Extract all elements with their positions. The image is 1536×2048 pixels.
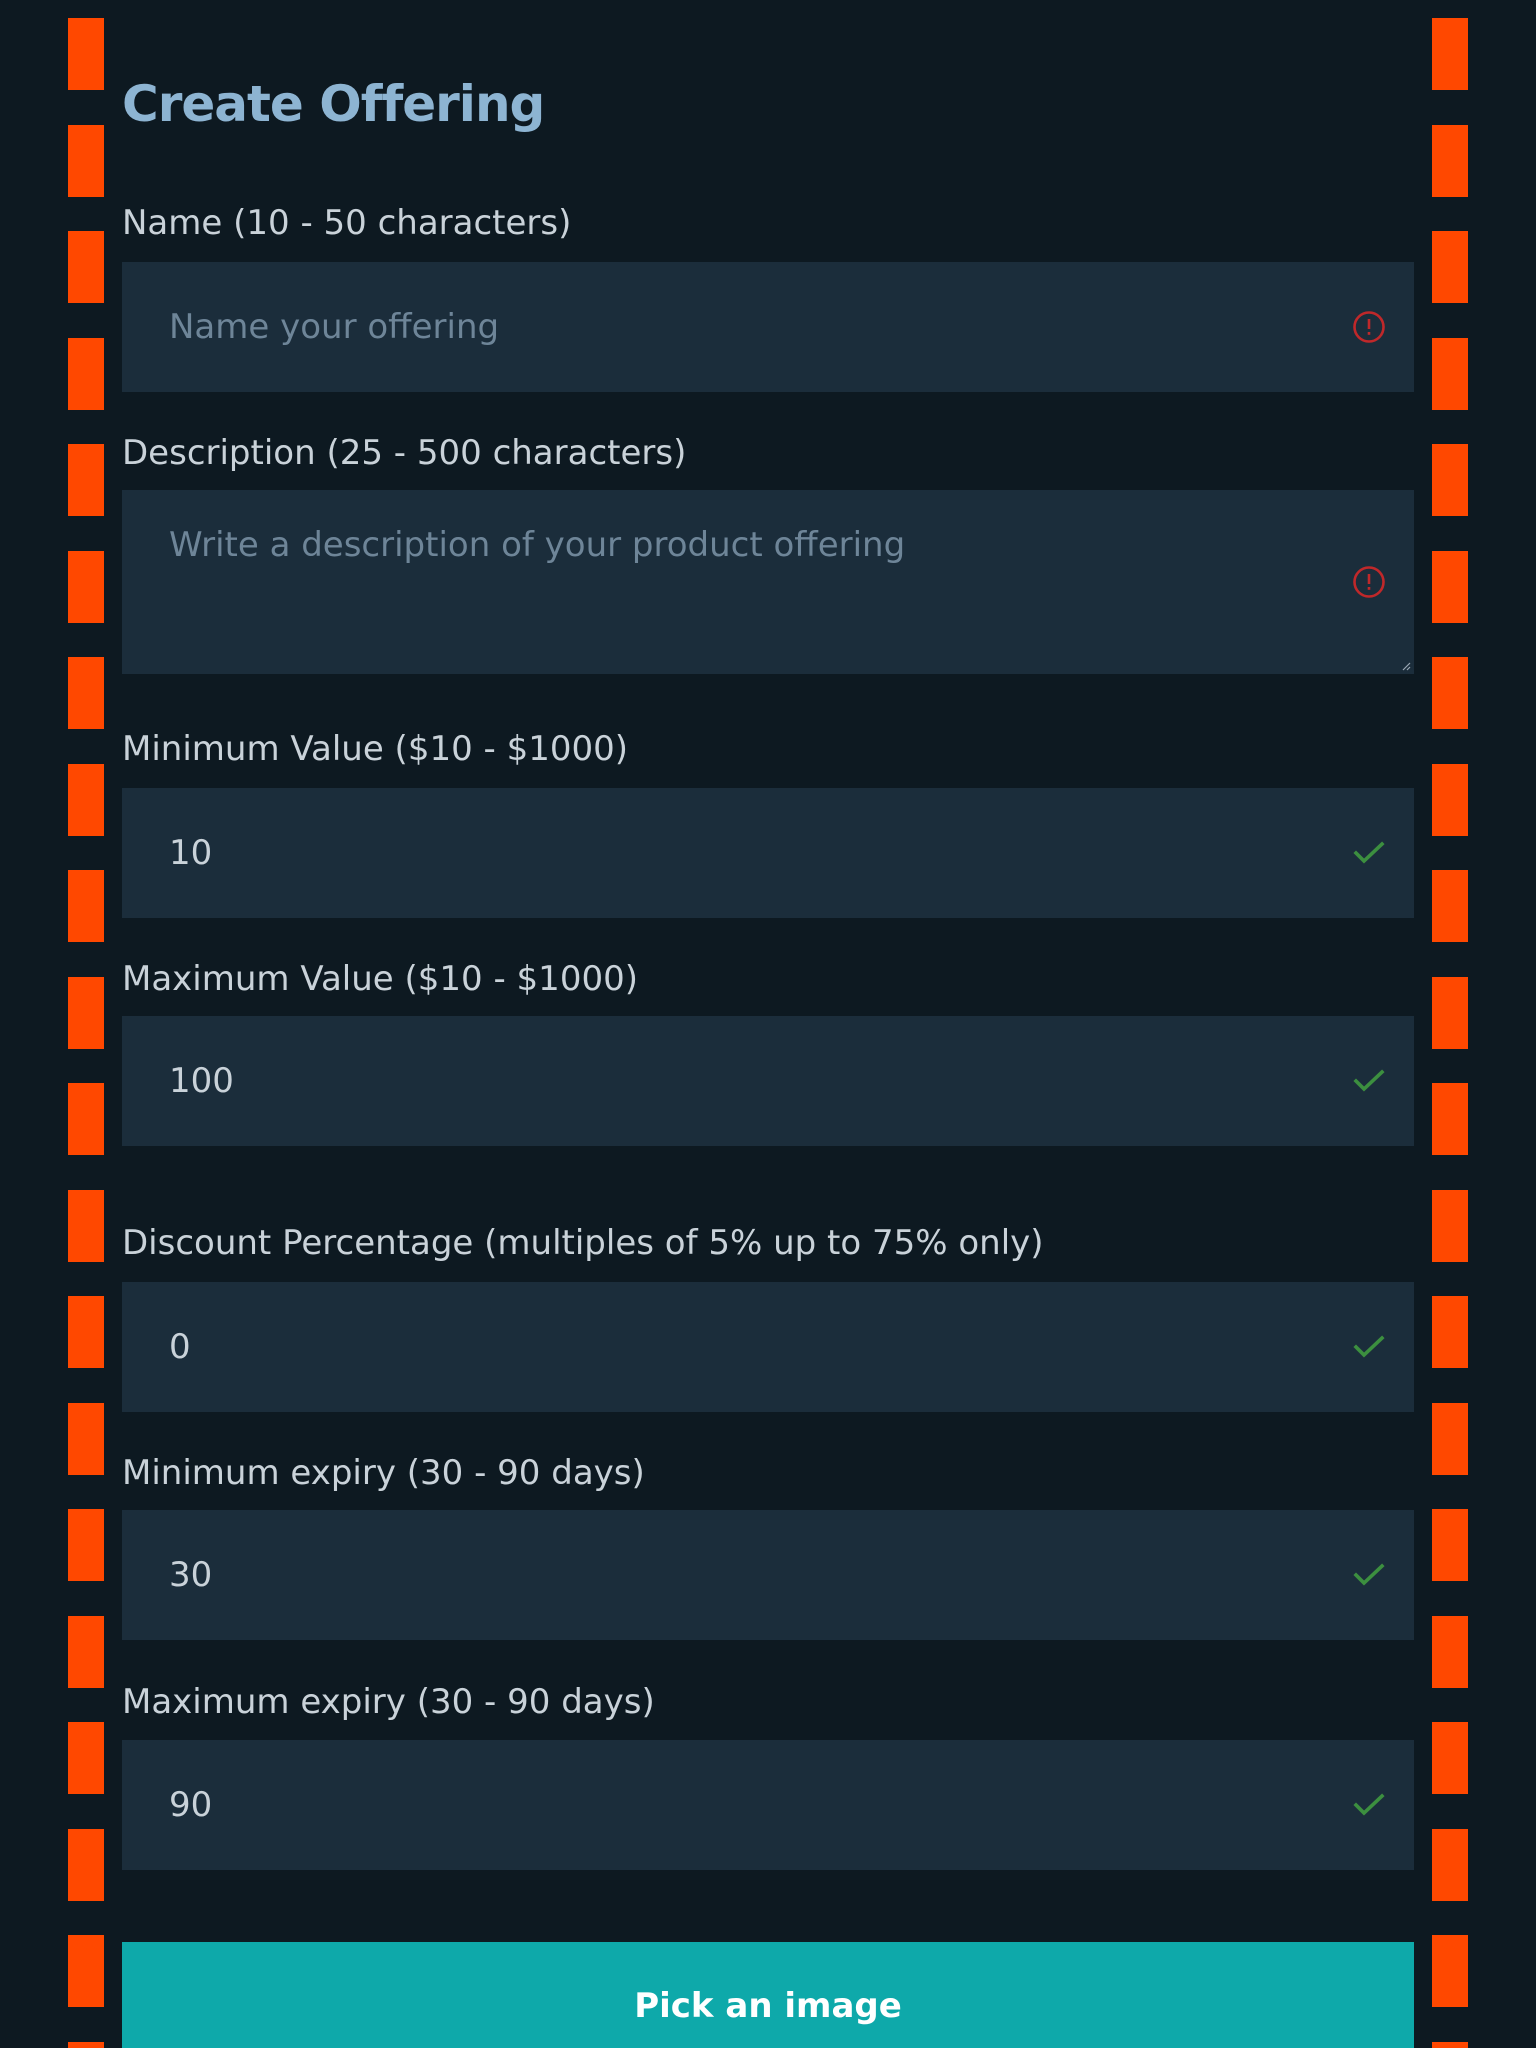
border-dash: [1432, 1296, 1468, 1368]
checkmark-icon: [1353, 1793, 1385, 1816]
border-dash: [68, 1403, 104, 1475]
discount-input[interactable]: 0: [122, 1282, 1414, 1412]
max-value-input[interactable]: 100: [122, 1016, 1414, 1146]
min-value-input[interactable]: 10: [122, 788, 1414, 918]
description-placeholder: Write a description of your product offe…: [169, 525, 906, 565]
description-label: Description (25 - 500 characters): [122, 433, 687, 473]
border-dash: [1432, 1722, 1468, 1794]
border-dash: [68, 1829, 104, 1901]
border-dash: [68, 870, 104, 942]
pick-image-button[interactable]: Pick an image: [122, 1942, 1414, 2048]
max-value-value: 100: [169, 1061, 234, 1101]
border-dash: [68, 18, 104, 90]
name-label: Name (10 - 50 characters): [122, 203, 572, 243]
min-value-value: 10: [169, 833, 213, 873]
border-dash: [68, 338, 104, 410]
border-dash: [1432, 764, 1468, 836]
border-dash: [1432, 1190, 1468, 1262]
name-input[interactable]: Name your offering: [122, 262, 1414, 392]
min-value-label: Minimum Value ($10 - $1000): [122, 729, 629, 769]
border-dash: [68, 444, 104, 516]
border-dash: [1432, 1083, 1468, 1155]
border-dash: [68, 1190, 104, 1262]
border-dash: [68, 1296, 104, 1368]
border-dash: [1432, 231, 1468, 303]
max-expiry-value: 90: [169, 1785, 213, 1825]
border-dash: [68, 1509, 104, 1581]
border-dash: [1432, 1935, 1468, 2007]
checkmark-icon: [1353, 1563, 1385, 1586]
discount-label: Discount Percentage (multiples of 5% up …: [122, 1223, 1044, 1263]
border-dash: [1432, 18, 1468, 90]
border-dash: [68, 977, 104, 1049]
border-dash: [1432, 444, 1468, 516]
border-dash: [68, 125, 104, 197]
min-expiry-input[interactable]: 30: [122, 1510, 1414, 1640]
border-dash: [1432, 125, 1468, 197]
border-dash: [68, 764, 104, 836]
border-dash: [68, 1083, 104, 1155]
border-dash: [68, 657, 104, 729]
discount-value: 0: [169, 1327, 191, 1367]
border-dash: [68, 1935, 104, 2007]
border-dash: [1432, 551, 1468, 623]
border-dash: [1432, 1509, 1468, 1581]
border-dash: [1432, 977, 1468, 1049]
checkmark-icon: [1353, 1069, 1385, 1092]
resize-handle-icon[interactable]: [1401, 661, 1411, 671]
page-title: Create Offering: [122, 75, 545, 133]
max-value-label: Maximum Value ($10 - $1000): [122, 959, 638, 999]
min-expiry-label: Minimum expiry (30 - 90 days): [122, 1453, 645, 1493]
border-dash: [68, 1722, 104, 1794]
alert-circle-icon: [1353, 311, 1385, 343]
max-expiry-input[interactable]: 90: [122, 1740, 1414, 1870]
border-dash: [1432, 1829, 1468, 1901]
border-dash: [1432, 1403, 1468, 1475]
border-dash: [68, 1616, 104, 1688]
border-dash: [1432, 1616, 1468, 1688]
border-dash: [68, 2042, 104, 2048]
border-dash: [1432, 870, 1468, 942]
border-dash: [68, 551, 104, 623]
checkmark-icon: [1353, 841, 1385, 864]
border-dash: [1432, 2042, 1468, 2048]
border-dash: [68, 231, 104, 303]
border-dash: [1432, 657, 1468, 729]
min-expiry-value: 30: [169, 1555, 213, 1595]
alert-circle-icon: [1353, 566, 1385, 598]
description-textarea[interactable]: Write a description of your product offe…: [122, 490, 1414, 674]
border-dash: [1432, 338, 1468, 410]
max-expiry-label: Maximum expiry (30 - 90 days): [122, 1682, 655, 1722]
name-placeholder: Name your offering: [169, 307, 500, 347]
checkmark-icon: [1353, 1335, 1385, 1358]
